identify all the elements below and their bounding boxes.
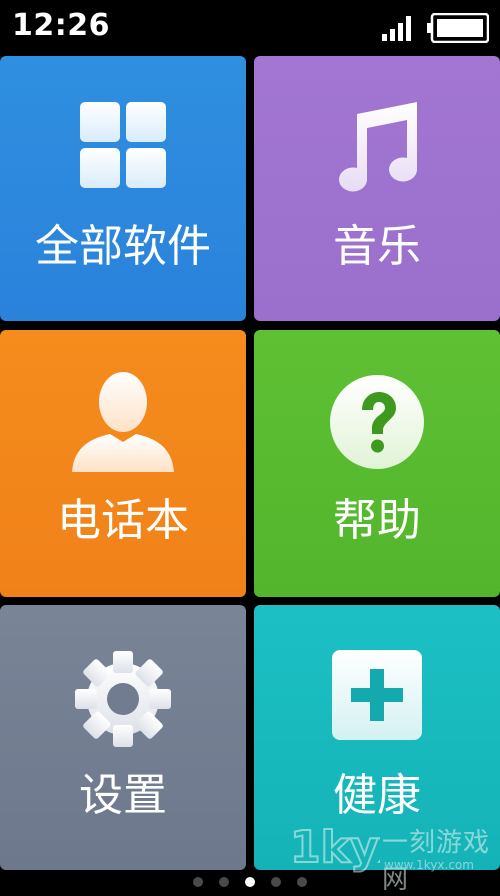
tile-music[interactable]: 音乐 (254, 56, 500, 321)
tile-health[interactable]: 健康 (254, 605, 500, 870)
tile-label: 帮助 (333, 495, 421, 546)
tile-label: 全部软件 (35, 221, 211, 272)
music-note-icon (339, 102, 417, 192)
tile-help[interactable]: 帮助 (254, 330, 500, 597)
plus-box-icon (332, 650, 422, 740)
tile-label: 音乐 (333, 221, 421, 272)
tile-label: 设置 (79, 770, 167, 821)
page-dot[interactable] (297, 877, 307, 887)
clock: 12:26 (12, 8, 110, 43)
gear-icon (75, 651, 171, 747)
question-icon (330, 375, 424, 469)
page-dot[interactable] (245, 877, 255, 887)
tile-label: 健康 (333, 770, 421, 821)
tile-label: 电话本 (57, 495, 189, 546)
status-bar: 12:26 (0, 0, 500, 56)
battery-icon (427, 13, 489, 43)
tile-contacts[interactable]: 电话本 (0, 330, 246, 597)
tile-all-apps[interactable]: 全部软件 (0, 56, 246, 321)
page-dot[interactable] (219, 877, 229, 887)
grid-icon (80, 102, 166, 188)
tile-settings[interactable]: 设置 (0, 605, 246, 870)
page-indicator (0, 872, 500, 888)
person-icon (72, 372, 174, 472)
signal-icon (382, 16, 411, 41)
page-dot[interactable] (271, 877, 281, 887)
page-dot[interactable] (193, 877, 203, 887)
